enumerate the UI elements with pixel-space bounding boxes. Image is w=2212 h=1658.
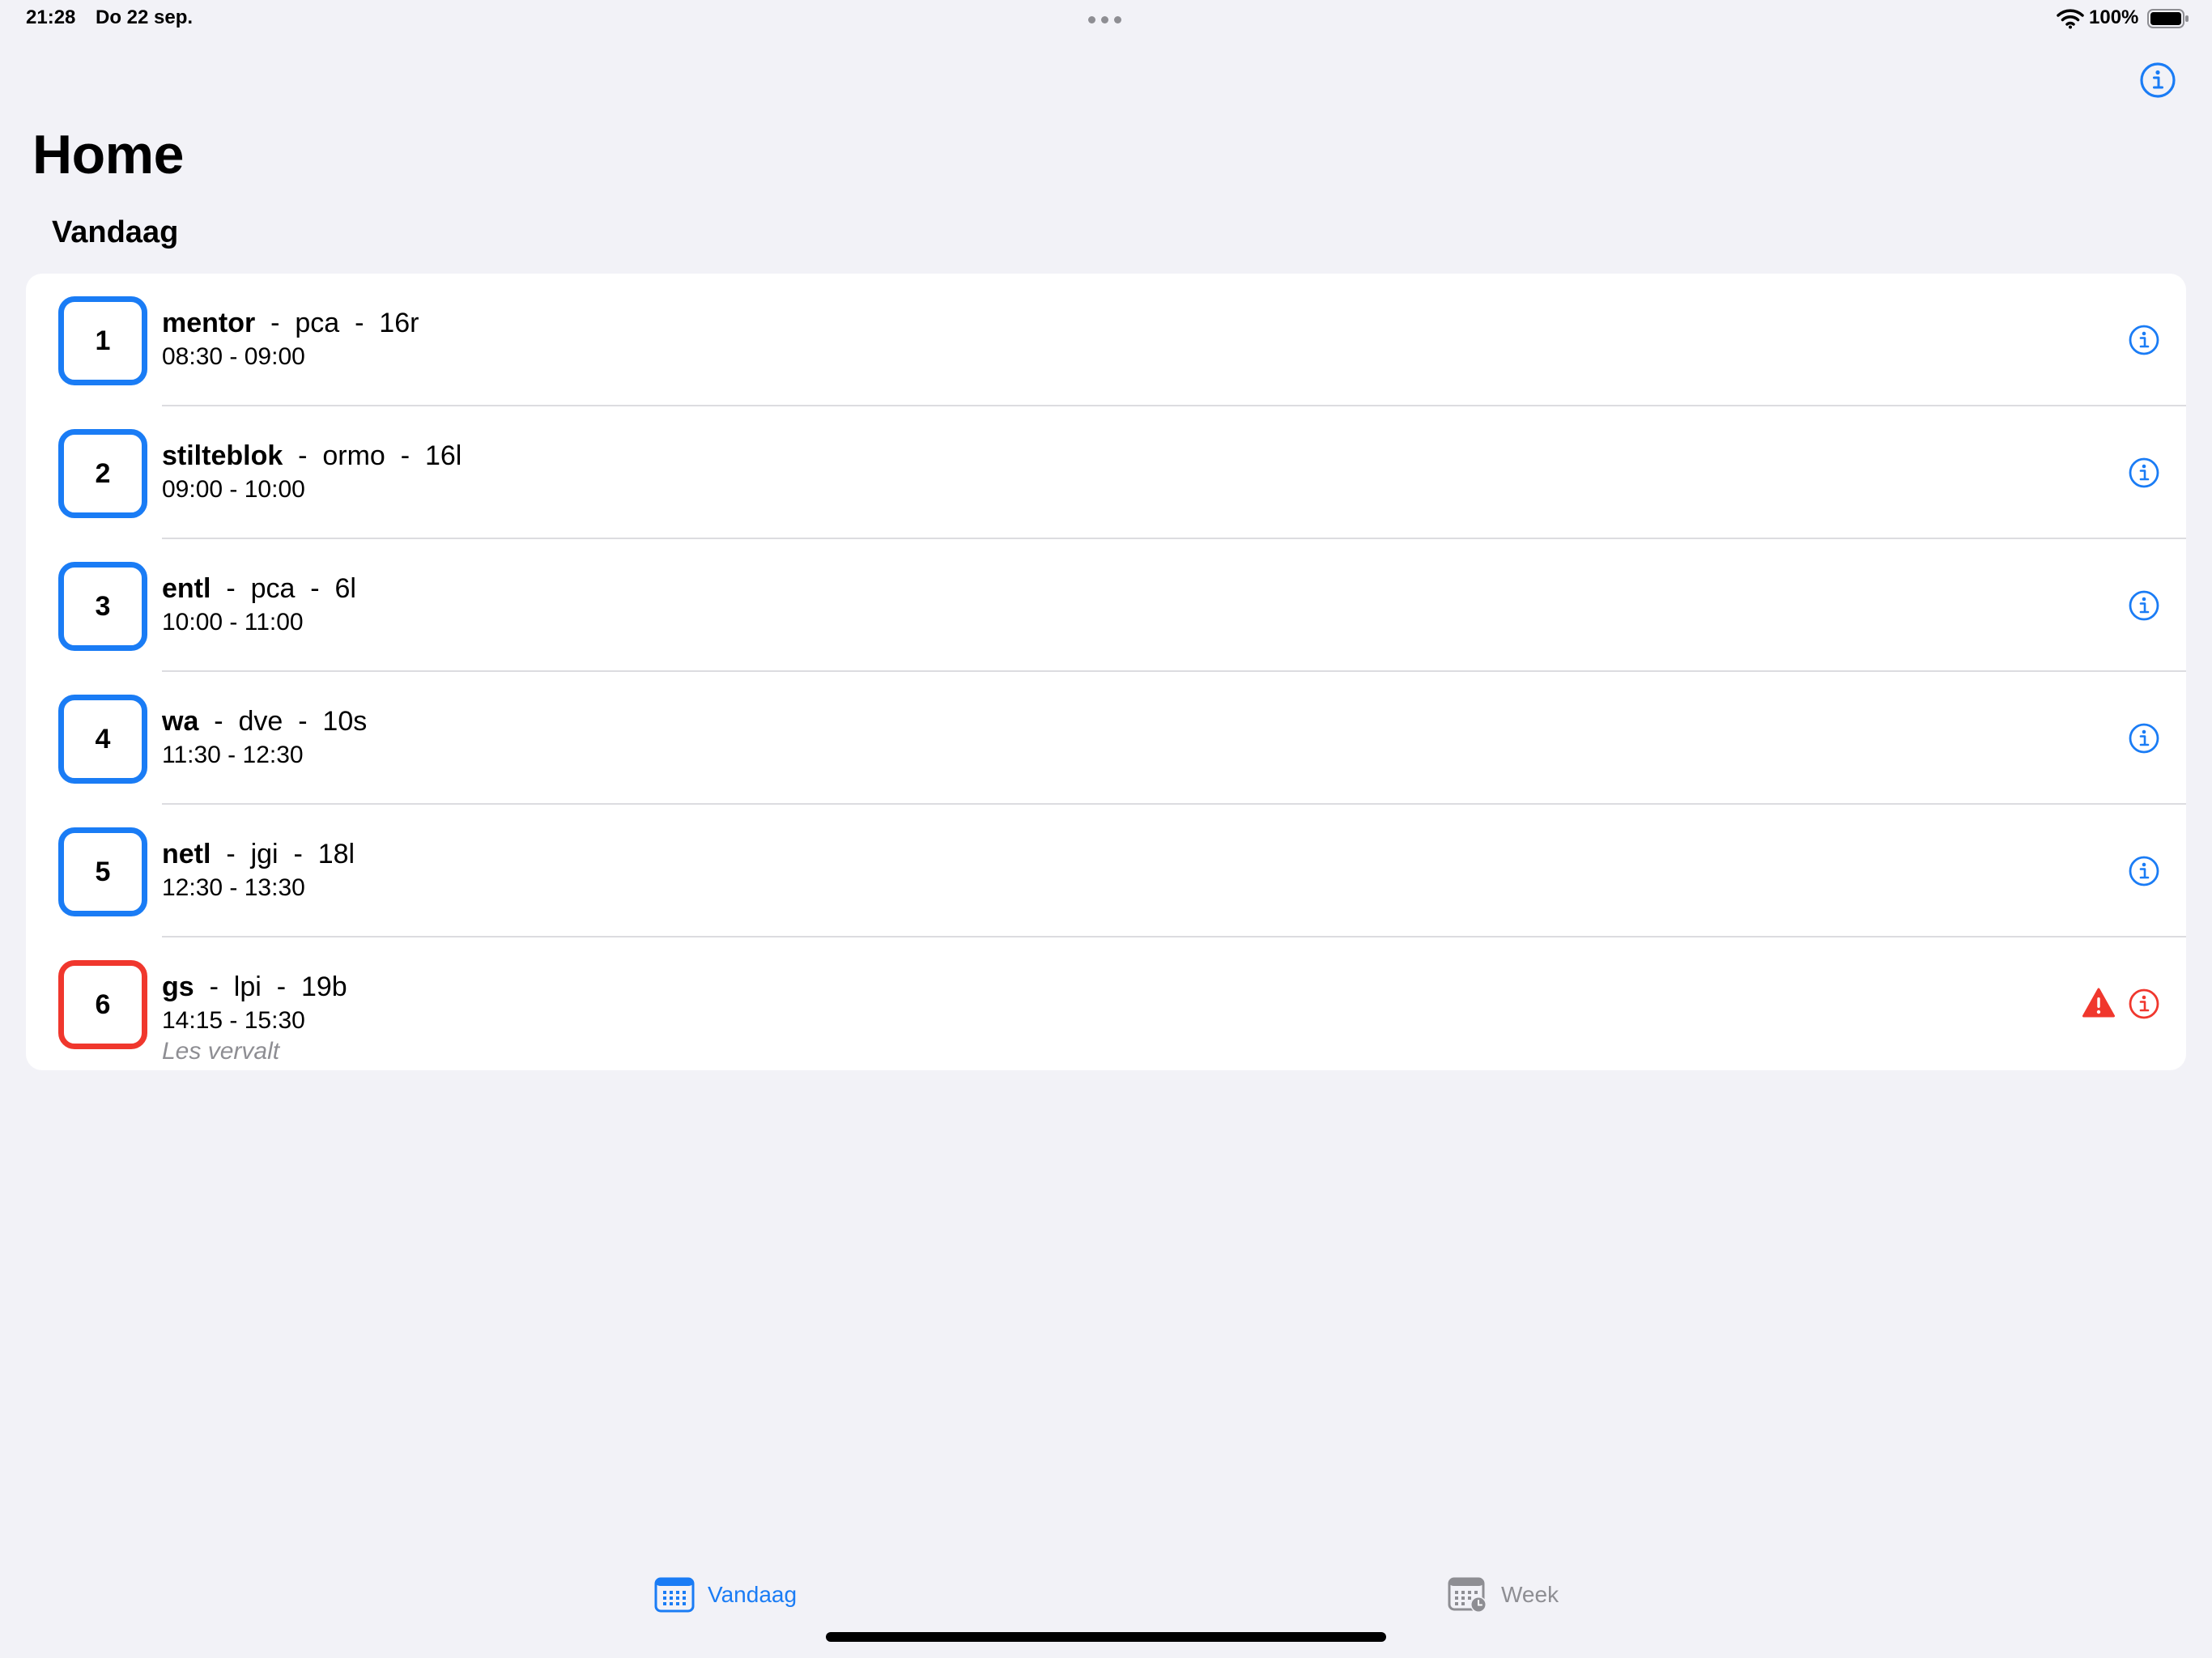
period-badge: 6 <box>58 960 147 1049</box>
lesson-subject: wa <box>162 706 199 737</box>
lesson-teacher: pca <box>295 308 340 338</box>
lesson-title: netl - jgi - 18l <box>162 839 355 870</box>
status-date: Do 22 sep. <box>96 6 194 28</box>
lesson-separator: - <box>211 573 251 604</box>
tab-vandaag[interactable]: Vandaag <box>654 1562 797 1627</box>
lesson-title: wa - dve - 10s <box>162 706 367 738</box>
lesson-separator: - <box>339 308 380 338</box>
lesson-separator: - <box>261 971 301 1002</box>
period-badge: 3 <box>58 562 147 651</box>
info-icon[interactable] <box>2128 589 2160 622</box>
lesson-row-4[interactable]: 4 wa - dve - 10s 11:30 - 12:30 <box>26 672 2186 805</box>
period-badge: 1 <box>58 296 147 385</box>
lesson-separator: - <box>283 706 323 737</box>
calendar-icon <box>654 1577 695 1613</box>
lesson-room: 6l <box>334 573 356 604</box>
lesson-subject: stilteblok <box>162 440 283 471</box>
info-icon[interactable] <box>2128 988 2160 1020</box>
lesson-teacher: lpi <box>233 971 262 1002</box>
lesson-room: 18l <box>317 839 355 869</box>
tab-label: Vandaag <box>708 1582 798 1607</box>
lesson-separator: - <box>278 839 318 869</box>
lesson-subject: entl <box>162 573 211 604</box>
lesson-separator: - <box>211 839 251 869</box>
lesson-title: entl - pca - 6l <box>162 573 356 605</box>
tab-week[interactable]: Week <box>1448 1562 1559 1627</box>
battery-icon <box>2147 9 2189 28</box>
lesson-row-3[interactable]: 3 entl - pca - 6l 10:00 - 11:00 <box>26 539 2186 672</box>
lesson-time: 09:00 - 10:00 <box>162 476 305 503</box>
period-badge: 5 <box>58 827 147 916</box>
section-header: Vandaag <box>52 215 179 249</box>
lesson-room: 16r <box>379 308 419 338</box>
lesson-time: 12:30 - 13:30 <box>162 874 305 901</box>
lesson-separator: - <box>255 308 296 338</box>
lesson-separator: - <box>385 440 425 471</box>
period-badge: 2 <box>58 429 147 518</box>
lesson-teacher: jgi <box>250 839 279 869</box>
period-badge: 4 <box>58 695 147 784</box>
lesson-subject: mentor <box>162 308 256 338</box>
lesson-title: gs - lpi - 19b <box>162 971 347 1003</box>
lesson-list: 1 mentor - pca - 16r 08:30 - 09:00 2 sti… <box>26 274 2186 1070</box>
info-icon[interactable] <box>2128 457 2160 489</box>
battery-percent: 100% <box>2089 6 2139 28</box>
lesson-teacher: dve <box>238 706 283 737</box>
lesson-row-2[interactable]: 2 stilteblok - ormo - 16l 09:00 - 10:00 <box>26 406 2186 539</box>
lesson-time: 11:30 - 12:30 <box>162 742 304 768</box>
lesson-separator: - <box>295 573 335 604</box>
lesson-teacher: ormo <box>322 440 385 471</box>
lesson-title: mentor - pca - 16r <box>162 308 419 339</box>
page-title: Home <box>32 124 184 185</box>
lesson-subject: gs <box>162 971 194 1002</box>
calendar-clock-icon <box>1448 1577 1487 1613</box>
tab-label: Week <box>1501 1582 1559 1607</box>
lesson-time: 10:00 - 11:00 <box>162 609 304 636</box>
wifi-icon <box>2057 9 2084 29</box>
info-icon[interactable] <box>2128 324 2160 356</box>
lesson-note: Les vervalt <box>162 1038 280 1065</box>
lesson-separator: - <box>198 706 239 737</box>
lesson-subject: netl <box>162 839 211 869</box>
status-bar: 21:28 Do 22 sep. 100% <box>0 0 2212 39</box>
lesson-row-1[interactable]: 1 mentor - pca - 16r 08:30 - 09:00 <box>26 274 2186 406</box>
warning-icon <box>2082 988 2115 1018</box>
lesson-time: 14:15 - 15:30 <box>162 1007 305 1034</box>
lesson-teacher: pca <box>250 573 296 604</box>
lesson-row-5[interactable]: 5 netl - jgi - 18l 12:30 - 13:30 <box>26 805 2186 937</box>
lesson-title: stilteblok - ormo - 16l <box>162 440 462 472</box>
lesson-room: 10s <box>322 706 368 737</box>
info-icon[interactable] <box>2128 855 2160 887</box>
status-time: 21:28 <box>26 6 76 28</box>
lesson-room: 19b <box>300 971 347 1002</box>
lesson-room: 16l <box>424 440 462 471</box>
lesson-separator: - <box>283 440 323 471</box>
multitasking-dots-icon[interactable] <box>1088 16 1121 23</box>
lesson-separator: - <box>194 971 234 1002</box>
info-icon[interactable] <box>2139 62 2176 99</box>
lesson-time: 08:30 - 09:00 <box>162 343 305 370</box>
home-indicator[interactable] <box>826 1632 1386 1642</box>
tab-bar: Vandaag Week <box>0 1562 2212 1627</box>
lesson-row-6[interactable]: 6 gs - lpi - 19b 14:15 - 15:30 Les verva… <box>26 937 2186 1070</box>
info-icon[interactable] <box>2128 722 2160 755</box>
